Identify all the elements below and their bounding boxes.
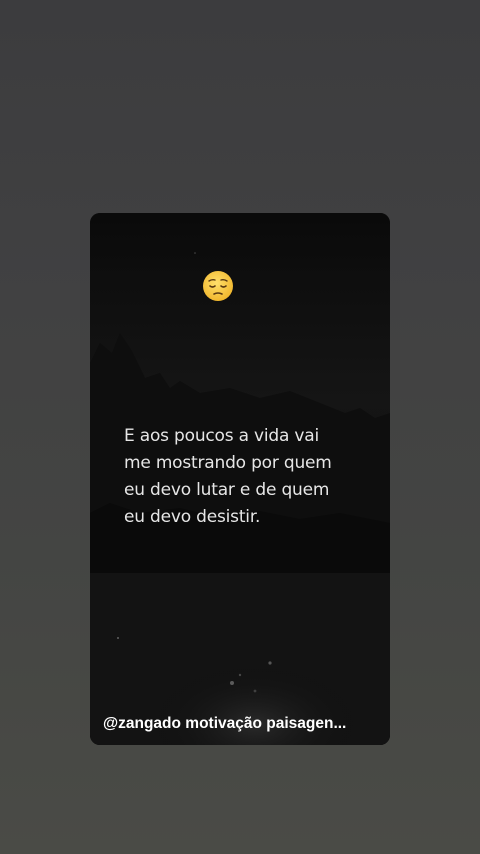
- quote-line: E aos poucos a vida vai: [124, 426, 320, 446]
- video-card[interactable]: E aos poucos a vida vai me mostrando por…: [90, 213, 390, 745]
- quote-line: eu devo lutar e de quem: [124, 480, 330, 500]
- quote-line: me mostrando por quem: [124, 453, 332, 473]
- quote-text: E aos poucos a vida vai me mostrando por…: [124, 423, 374, 531]
- author-handle[interactable]: @zangado motivação paisagen...: [103, 715, 380, 733]
- pensive-face-icon: [203, 271, 233, 301]
- quote-line: eu devo desistir.: [124, 507, 261, 527]
